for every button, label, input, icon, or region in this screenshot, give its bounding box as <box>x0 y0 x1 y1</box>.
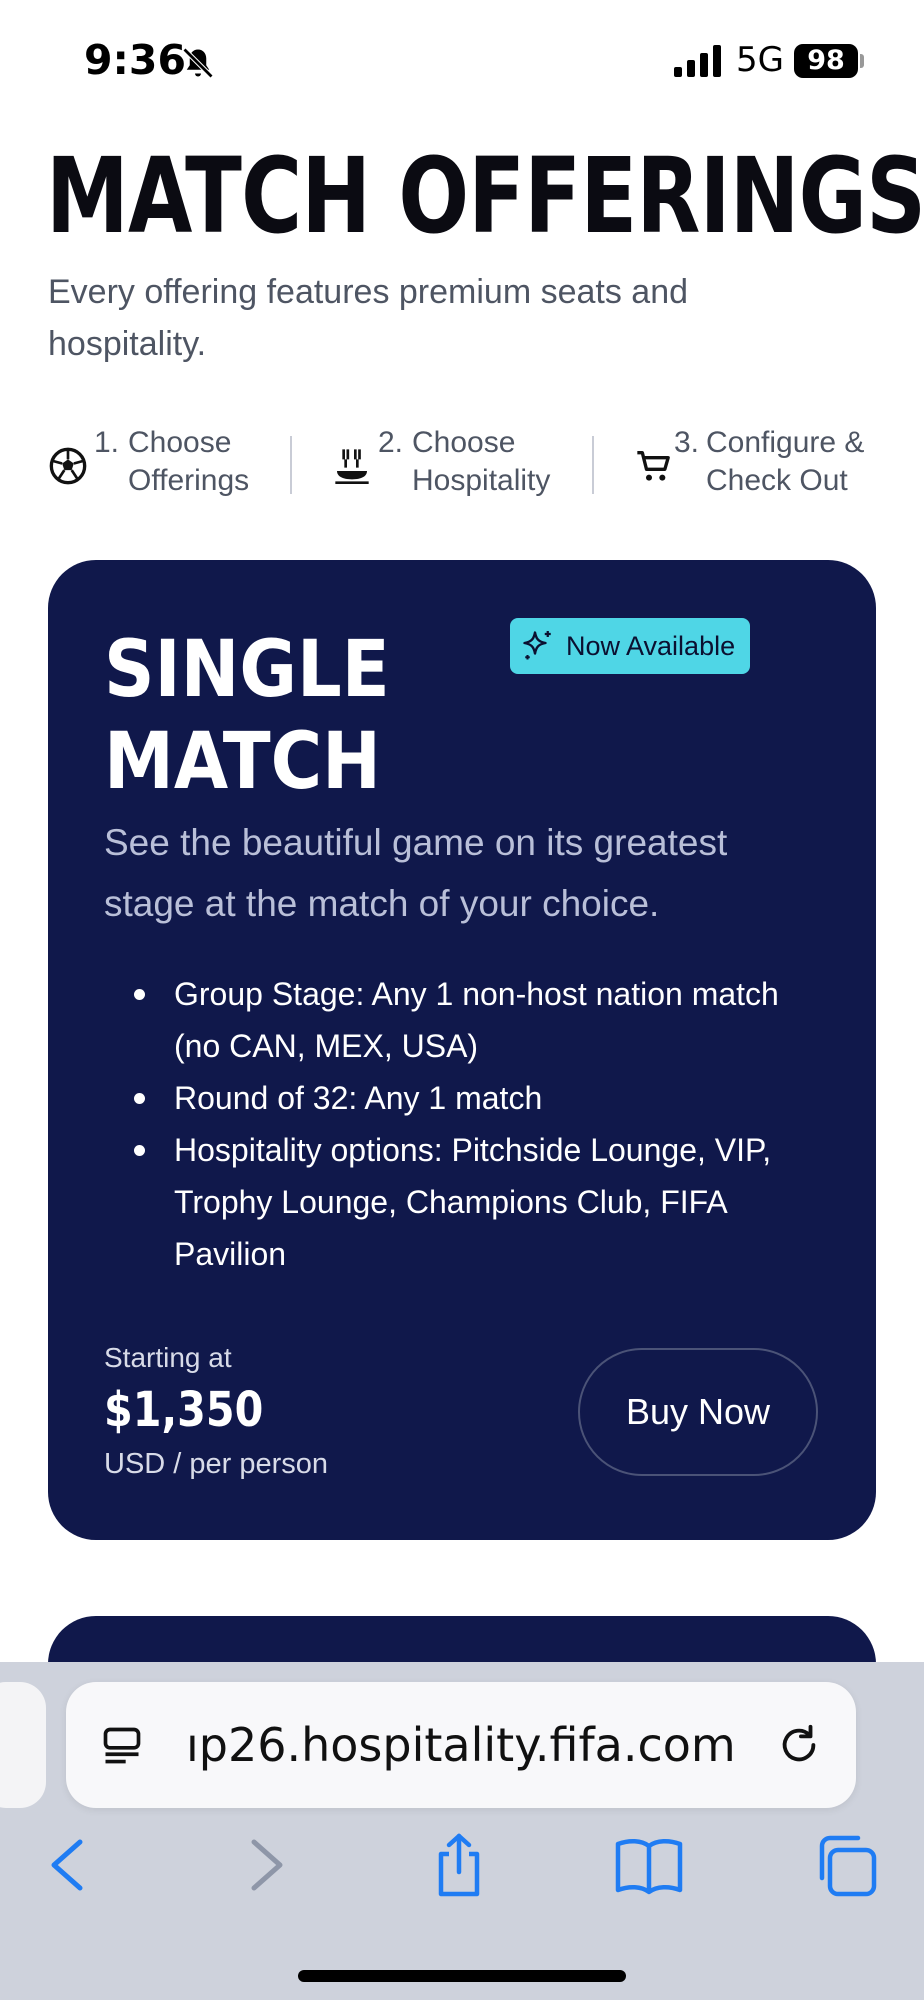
step-number: 3. <box>674 426 700 459</box>
price-value: $1,350 <box>104 1382 264 1438</box>
step-divider <box>290 436 292 494</box>
battery-indicator: 98 <box>794 44 858 78</box>
offer-description: See the beautiful game on its greatest s… <box>104 822 728 924</box>
step-configure-checkout: 3. Configure & Check Out <box>634 424 888 504</box>
bookmarks-icon[interactable] <box>614 1832 684 1898</box>
dining-icon <box>335 449 369 484</box>
buy-now-button[interactable]: Buy Now <box>578 1348 818 1476</box>
cart-icon <box>637 451 670 481</box>
status-bar: 9:36 5G 98 <box>0 0 924 120</box>
step-label: Choose Hospitality <box>412 426 551 497</box>
home-indicator[interactable] <box>298 1970 626 1982</box>
step-number: 1. <box>94 426 120 459</box>
forward-icon[interactable] <box>232 1832 302 1898</box>
page-title: MATCH OFFERINGS <box>46 135 924 257</box>
tabs-icon[interactable] <box>810 1832 880 1898</box>
battery-tip <box>860 54 864 68</box>
url-text[interactable]: ıp26.hospitality.fifa.com <box>186 1682 766 1808</box>
status-time: 9:36 <box>84 36 186 84</box>
feature-item: Group Stage: Any 1 non-host nation match… <box>104 968 824 1072</box>
feature-text: Hospitality options: Pitchside Lounge, V… <box>174 1132 772 1272</box>
feature-text: Group Stage: Any 1 non-host nation match… <box>174 976 779 1064</box>
offer-card-single-match: SINGLE MATCH Now Available See the beaut… <box>48 560 876 1540</box>
page-menu-icon[interactable] <box>100 1724 144 1768</box>
bullet <box>134 989 145 1000</box>
badge-label: Now Available <box>566 631 736 661</box>
reload-icon[interactable] <box>776 1722 822 1768</box>
page-subtitle: Every offering features premium seats an… <box>48 273 689 363</box>
soccer-ball-icon <box>49 447 87 485</box>
bullet <box>134 1145 145 1156</box>
step-label: Configure & Check Out <box>706 426 865 497</box>
feature-item: Round of 32: Any 1 match <box>104 1072 824 1124</box>
checkout-steps: 1. Choose Offerings 2. Choose Hospitalit… <box>48 424 888 504</box>
network-type: 5G <box>736 40 784 80</box>
price-caption: Starting at <box>104 1342 232 1373</box>
bullet <box>134 1093 145 1104</box>
price-unit: USD / per person <box>104 1448 329 1480</box>
step-choose-offerings: 1. Choose Offerings <box>48 424 278 504</box>
address-bar[interactable]: ıp26.hospitality.fifa.com <box>66 1682 856 1808</box>
share-icon[interactable] <box>424 1832 494 1898</box>
back-icon[interactable] <box>32 1832 102 1898</box>
offer-title: SINGLE MATCH <box>104 625 390 807</box>
availability-badge: Now Available <box>510 618 750 674</box>
previous-tab-preview[interactable] <box>0 1682 46 1808</box>
feature-item: Hospitality options: Pitchside Lounge, V… <box>104 1124 824 1280</box>
signal-icon <box>674 45 721 77</box>
step-number: 2. <box>378 426 404 459</box>
offer-features: Group Stage: Any 1 non-host nation match… <box>104 968 824 1280</box>
sparkles-icon <box>523 631 551 660</box>
feature-text: Round of 32: Any 1 match <box>174 1080 543 1116</box>
step-label: Choose Offerings <box>128 426 250 497</box>
step-divider <box>592 436 594 494</box>
bell-slash-icon <box>182 47 214 79</box>
step-choose-hospitality: 2. Choose Hospitality <box>332 424 602 504</box>
